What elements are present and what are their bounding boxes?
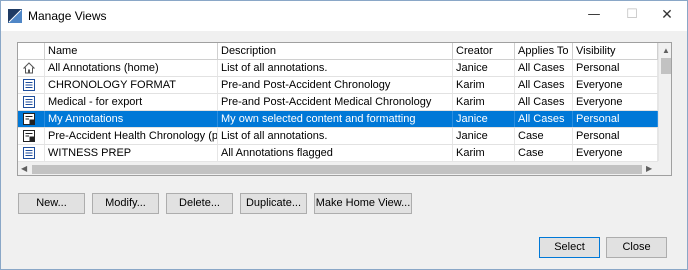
row-name: Pre-Accident Health Chronology (p) <box>45 128 218 144</box>
personal-document-icon <box>23 130 35 142</box>
row-description: List of all annotations. <box>218 60 453 76</box>
row-visibility: Everyone <box>573 77 658 93</box>
row-visibility: Everyone <box>573 94 658 110</box>
visibility-column-header[interactable]: Visibility <box>573 43 658 59</box>
row-applies-to: Case <box>515 145 573 161</box>
row-creator: Janice <box>453 60 515 76</box>
delete-button[interactable]: Delete... <box>166 193 233 214</box>
table-row[interactable]: Medical - for export Pre-and Post-Accide… <box>18 94 658 111</box>
creator-column-header[interactable]: Creator <box>453 43 515 59</box>
row-name: Medical - for export <box>45 94 218 110</box>
personal-document-icon <box>23 113 35 125</box>
row-visibility: Personal <box>573 128 658 144</box>
applies-to-column-header[interactable]: Applies To <box>515 43 573 59</box>
row-creator: Karim <box>453 94 515 110</box>
row-applies-to: All Cases <box>515 60 573 76</box>
row-description: Pre-and Post-Accident Chronology <box>218 77 453 93</box>
manage-views-dialog: Manage Views — ☐ ✕ Name Description Crea… <box>0 0 688 270</box>
row-visibility: Everyone <box>573 145 658 161</box>
scrollbar-corner <box>658 161 671 175</box>
horizontal-scrollbar[interactable]: ◀ ▶ <box>18 161 658 175</box>
scroll-up-icon[interactable]: ▲ <box>662 46 670 55</box>
maximize-button[interactable]: ☐ <box>617 5 647 25</box>
row-visibility: Personal <box>573 111 658 127</box>
table-row[interactable]: All Annotations (home) List of all annot… <box>18 60 658 77</box>
vertical-scroll-thumb[interactable] <box>661 58 671 74</box>
icon-column-header[interactable] <box>18 43 45 59</box>
table-row-selected[interactable]: My Annotations My own selected content a… <box>18 111 658 128</box>
views-table: Name Description Creator Applies To Visi… <box>17 42 672 176</box>
close-window-button[interactable]: ✕ <box>652 5 682 25</box>
table-row[interactable]: Pre-Accident Health Chronology (p) List … <box>18 128 658 145</box>
row-name: CHRONOLOGY FORMAT <box>45 77 218 93</box>
row-name: WITNESS PREP <box>45 145 218 161</box>
row-description: My own selected content and formatting <box>218 111 453 127</box>
row-applies-to: All Cases <box>515 94 573 110</box>
row-creator: Karim <box>453 77 515 93</box>
app-logo-icon <box>8 9 22 23</box>
row-description: List of all annotations. <box>218 128 453 144</box>
document-icon <box>23 147 35 159</box>
row-visibility: Personal <box>573 60 658 76</box>
row-creator: Janice <box>453 128 515 144</box>
window-title: Manage Views <box>28 9 107 23</box>
scroll-right-icon[interactable]: ▶ <box>646 164 652 173</box>
row-applies-to: All Cases <box>515 111 573 127</box>
home-icon <box>23 62 35 74</box>
minimize-button[interactable]: — <box>579 5 609 25</box>
table-row[interactable]: WITNESS PREP All Annotations flagged Kar… <box>18 145 658 162</box>
vertical-scrollbar[interactable]: ▲ <box>658 43 671 161</box>
close-button[interactable]: Close <box>606 237 667 258</box>
table-row[interactable]: CHRONOLOGY FORMAT Pre-and Post-Accident … <box>18 77 658 94</box>
make-home-view-button[interactable]: Make Home View... <box>314 193 412 214</box>
row-applies-to: All Cases <box>515 77 573 93</box>
duplicate-button[interactable]: Duplicate... <box>240 193 307 214</box>
modify-button[interactable]: Modify... <box>92 193 159 214</box>
title-bar: Manage Views — ☐ ✕ <box>1 1 687 31</box>
name-column-header[interactable]: Name <box>45 43 218 59</box>
row-name: All Annotations (home) <box>45 60 218 76</box>
document-icon <box>23 79 35 91</box>
row-description: All Annotations flagged <box>218 145 453 161</box>
row-creator: Karim <box>453 145 515 161</box>
table-header: Name Description Creator Applies To Visi… <box>18 43 658 60</box>
horizontal-scroll-thumb[interactable] <box>32 165 642 174</box>
description-column-header[interactable]: Description <box>218 43 453 59</box>
new-button[interactable]: New... <box>18 193 85 214</box>
document-icon <box>23 96 35 108</box>
row-name: My Annotations <box>45 111 218 127</box>
row-applies-to: Case <box>515 128 573 144</box>
row-description: Pre-and Post-Accident Medical Chronology <box>218 94 453 110</box>
select-button[interactable]: Select <box>539 237 600 258</box>
scroll-left-icon[interactable]: ◀ <box>21 164 27 173</box>
row-creator: Janice <box>453 111 515 127</box>
